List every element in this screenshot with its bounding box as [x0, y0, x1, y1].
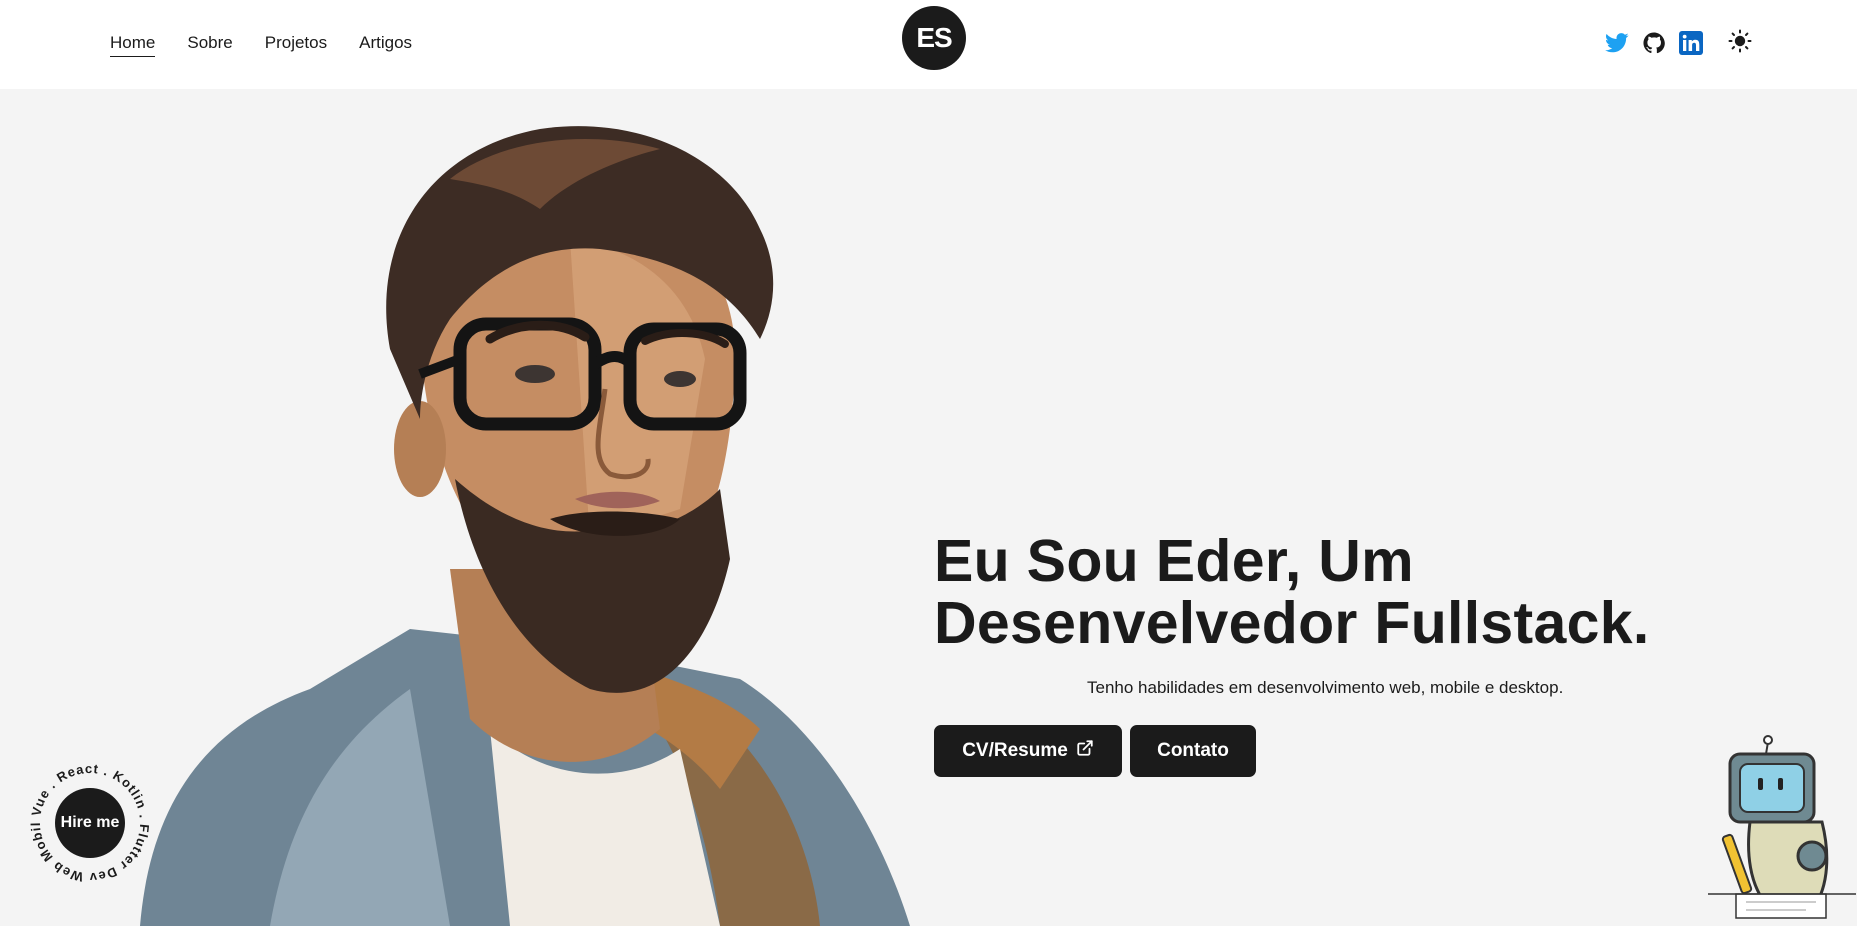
hire-me-button[interactable]: Hire me — [55, 788, 125, 858]
site-logo[interactable]: ES — [902, 6, 966, 70]
hero-headline-line2: Desenvelvedor Fullstack. — [934, 590, 1650, 656]
cv-resume-button[interactable]: CV/Resume — [934, 725, 1122, 777]
nav-link-projetos[interactable]: Projetos — [265, 33, 327, 56]
sun-icon — [1728, 29, 1752, 57]
linkedin-icon[interactable] — [1678, 30, 1704, 56]
top-header: Home Sobre Projetos Artigos ES — [0, 0, 1857, 89]
cv-resume-label: CV/Resume — [962, 740, 1068, 761]
hero-headline: Eu Sou Eder, Um Desenvelvedor Fullstack. — [934, 530, 1794, 654]
twitter-icon[interactable] — [1604, 30, 1630, 56]
nav-link-home[interactable]: Home — [110, 33, 156, 57]
profile-portrait-image — [120, 89, 920, 926]
nav-link-sobre[interactable]: Sobre — [187, 33, 232, 56]
contact-button[interactable]: Contato — [1130, 725, 1256, 777]
hero-tagline: Tenho habilidades em desenvolvimento web… — [1087, 678, 1564, 697]
social-links — [1604, 30, 1704, 56]
external-link-icon — [1076, 739, 1094, 763]
github-icon[interactable] — [1641, 30, 1667, 56]
hero-headline-line1: Eu Sou Eder, Um — [934, 528, 1414, 594]
robot-illustration — [1706, 734, 1856, 926]
hire-me-badge[interactable]: Vue . React . Kotlin . Flutter Dev Web M… — [21, 746, 155, 888]
main-nav: Home Sobre Projetos Artigos — [110, 33, 412, 57]
theme-toggle-button[interactable] — [1726, 29, 1754, 57]
nav-link-artigos[interactable]: Artigos — [359, 33, 412, 56]
